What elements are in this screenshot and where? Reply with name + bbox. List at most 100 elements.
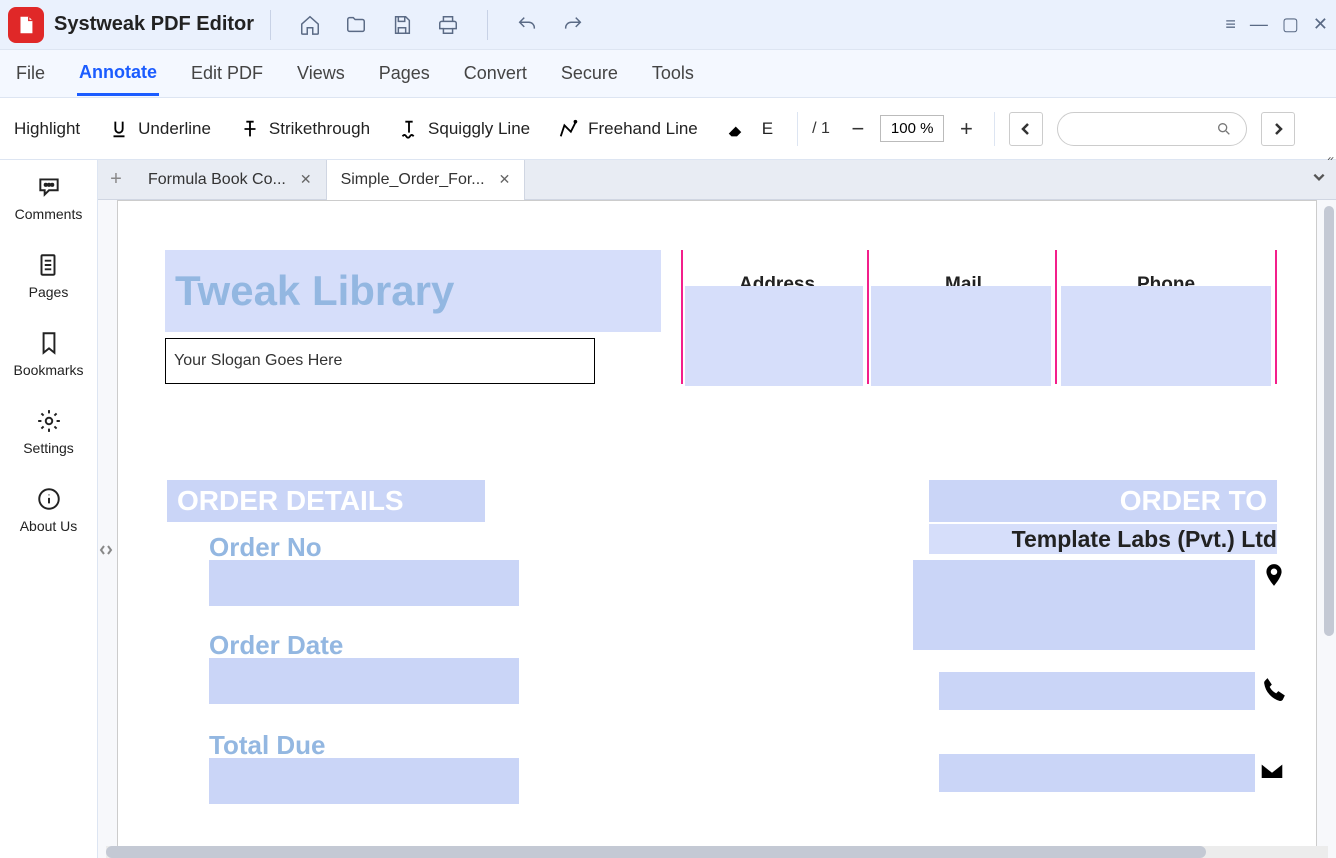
order-no-field[interactable] [209, 560, 519, 606]
order-to-title: ORDER TO [929, 480, 1277, 522]
search-icon [1216, 121, 1232, 137]
location-icon [1261, 562, 1287, 593]
titlebar: Systweak PDF Editor ≡ — ▢ ✕ [0, 0, 1336, 50]
tool-underline[interactable]: Underline [108, 118, 211, 140]
tool-highlight-label: Highlight [14, 119, 80, 139]
sidebar-splitter[interactable] [98, 530, 114, 570]
document-tab[interactable]: Formula Book Co... ✕ [134, 160, 327, 200]
tool-squiggly[interactable]: Squiggly Line [398, 118, 530, 140]
header-address-box [685, 286, 863, 386]
open-folder-icon[interactable] [343, 12, 369, 38]
close-button[interactable]: ✕ [1313, 14, 1328, 35]
add-tab-button[interactable]: + [98, 160, 134, 200]
tab-label: Formula Book Co... [148, 171, 286, 189]
mail-icon [1259, 758, 1285, 789]
divider [1055, 250, 1057, 384]
order-to-company: Template Labs (Pvt.) Ltd [929, 526, 1277, 553]
save-icon[interactable] [389, 12, 415, 38]
tool-strikethrough-label: Strikethrough [269, 119, 370, 139]
document-tabbar: + Formula Book Co... ✕ Simple_Order_For.… [98, 160, 1336, 200]
menu-views[interactable]: Views [295, 53, 347, 94]
phone-icon [1261, 676, 1287, 707]
freehand-icon [558, 118, 580, 140]
page-prev-button[interactable] [1009, 112, 1043, 146]
header-mail-box [871, 286, 1051, 386]
sidebar-label: About Us [20, 518, 78, 534]
search-input[interactable] [1057, 112, 1247, 146]
gear-icon [36, 408, 62, 434]
divider [1275, 250, 1277, 384]
tab-overflow-button[interactable] [1312, 170, 1326, 189]
tool-strikethrough[interactable]: Strikethrough [239, 118, 370, 140]
order-to-address-field[interactable] [913, 560, 1255, 650]
separator [270, 10, 271, 40]
menu-pages[interactable]: Pages [377, 53, 432, 94]
order-to-email-field[interactable] [939, 754, 1255, 792]
order-to-phone-field[interactable] [939, 672, 1255, 710]
menu-convert[interactable]: Convert [462, 53, 529, 94]
menu-secure[interactable]: Secure [559, 53, 620, 94]
undo-icon[interactable] [514, 12, 540, 38]
sidebar-label: Comments [15, 206, 83, 222]
home-icon[interactable] [297, 12, 323, 38]
vertical-scrollbar[interactable] [1324, 206, 1334, 636]
sidebar-label: Settings [23, 440, 74, 456]
total-due-label: Total Due [209, 730, 326, 761]
pages-icon [35, 252, 61, 278]
menu-tools[interactable]: Tools [650, 53, 696, 94]
info-icon [36, 486, 62, 512]
main-area: Comments Pages Bookmarks Settings About … [0, 160, 1336, 858]
page-next-button[interactable] [1261, 112, 1295, 146]
header-phone-box [1061, 286, 1271, 386]
sidebar-item-comments[interactable]: Comments [15, 174, 83, 222]
separator [797, 112, 798, 146]
redo-icon[interactable] [560, 12, 586, 38]
menu-edit-pdf[interactable]: Edit PDF [189, 53, 265, 94]
tool-freehand[interactable]: Freehand Line [558, 118, 698, 140]
zoom-in-button[interactable]: + [952, 115, 980, 143]
document-canvas[interactable]: Tweak Library Your Slogan Goes Here Addr… [98, 200, 1336, 846]
squiggly-icon [398, 118, 420, 140]
print-icon[interactable] [435, 12, 461, 38]
bookmark-icon [36, 330, 62, 356]
app-title: Systweak PDF Editor [54, 13, 254, 36]
slogan-text: Your Slogan Goes Here [174, 352, 342, 370]
zoom-out-button[interactable]: − [844, 115, 872, 143]
sidebar-item-bookmarks[interactable]: Bookmarks [13, 330, 83, 378]
tab-close-button[interactable]: ✕ [300, 171, 312, 188]
tool-eraser[interactable]: E [726, 118, 773, 140]
order-details-title: ORDER DETAILS [167, 480, 485, 522]
minimize-button[interactable]: — [1250, 14, 1268, 35]
zoom-value[interactable]: 100 % [880, 115, 945, 142]
annotate-toolbar: Highlight Underline Strikethrough Squigg… [0, 98, 1336, 160]
comments-icon [36, 174, 62, 200]
order-date-field[interactable] [209, 658, 519, 704]
order-date-label: Order Date [209, 630, 343, 661]
sidebar-item-settings[interactable]: Settings [23, 408, 74, 456]
tool-underline-label: Underline [138, 119, 211, 139]
doc-title: Tweak Library [175, 267, 454, 315]
menu-annotate[interactable]: Annotate [77, 52, 159, 96]
underline-icon [108, 118, 130, 140]
tool-highlight[interactable]: Highlight [14, 119, 80, 139]
tab-close-button[interactable]: ✕ [499, 171, 511, 188]
menu-file[interactable]: File [14, 53, 47, 94]
hamburger-icon[interactable]: ≡ [1225, 14, 1236, 35]
separator [487, 10, 488, 40]
document-tab[interactable]: Simple_Order_For... ✕ [327, 160, 526, 200]
page-total: / 1 [812, 120, 830, 138]
sidebar-item-pages[interactable]: Pages [29, 252, 69, 300]
sidebar-label: Bookmarks [13, 362, 83, 378]
app-logo [8, 7, 44, 43]
left-sidebar: Comments Pages Bookmarks Settings About … [0, 160, 98, 858]
separator [994, 112, 995, 146]
tool-squiggly-label: Squiggly Line [428, 119, 530, 139]
sidebar-item-about[interactable]: About Us [20, 486, 78, 534]
order-no-label: Order No [209, 532, 322, 563]
zoom-controls: − 100 % + [844, 115, 981, 143]
horizontal-scrollbar[interactable] [106, 846, 1328, 858]
slogan-field[interactable]: Your Slogan Goes Here [165, 338, 595, 384]
sidebar-label: Pages [29, 284, 69, 300]
total-due-field[interactable] [209, 758, 519, 804]
maximize-button[interactable]: ▢ [1282, 14, 1299, 35]
